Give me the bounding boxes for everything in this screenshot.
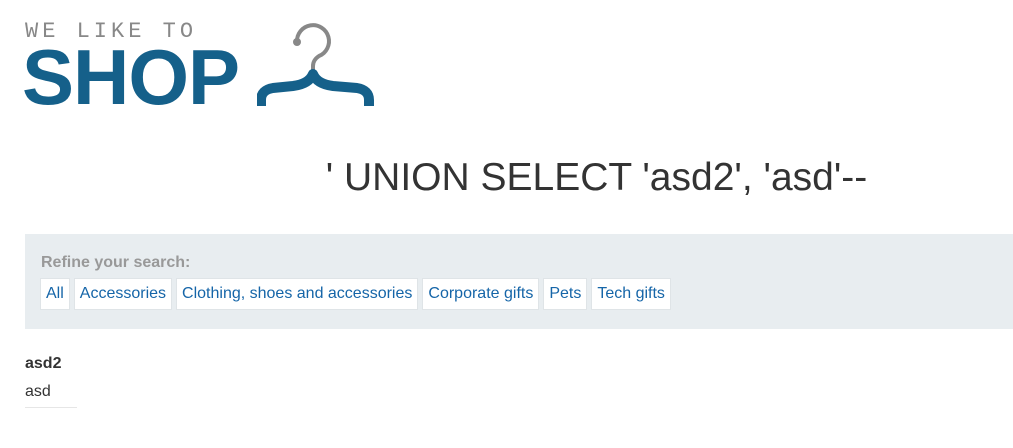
filter-pets[interactable]: Pets: [543, 278, 588, 310]
filter-clothing-shoes-accessories[interactable]: Clothing, shoes and accessories: [176, 278, 419, 310]
result-item: asd2 asd: [25, 355, 77, 408]
filter-corporate-gifts[interactable]: Corporate gifts: [422, 278, 540, 310]
logo-wordmark: SHOP: [22, 33, 240, 121]
result-title: asd2: [25, 355, 62, 372]
hanger-icon: [257, 23, 374, 106]
site-logo[interactable]: WE LIKE TO SHOP: [22, 14, 385, 121]
filter-accessories[interactable]: Accessories: [73, 278, 173, 310]
filter-tech-gifts[interactable]: Tech gifts: [591, 278, 671, 310]
filter-panel: Refine your search: All Accessories Clot…: [25, 234, 1013, 329]
search-query-heading: ' UNION SELECT 'asd2', 'asd'--: [325, 156, 868, 199]
filter-links: All Accessories Clothing, shoes and acce…: [40, 278, 671, 310]
filter-label: Refine your search:: [41, 254, 191, 271]
result-body: asd: [25, 383, 77, 408]
page: WE LIKE TO SHOP ' UNION SELECT 'asd2', '…: [0, 0, 1013, 448]
filter-all[interactable]: All: [40, 278, 70, 310]
